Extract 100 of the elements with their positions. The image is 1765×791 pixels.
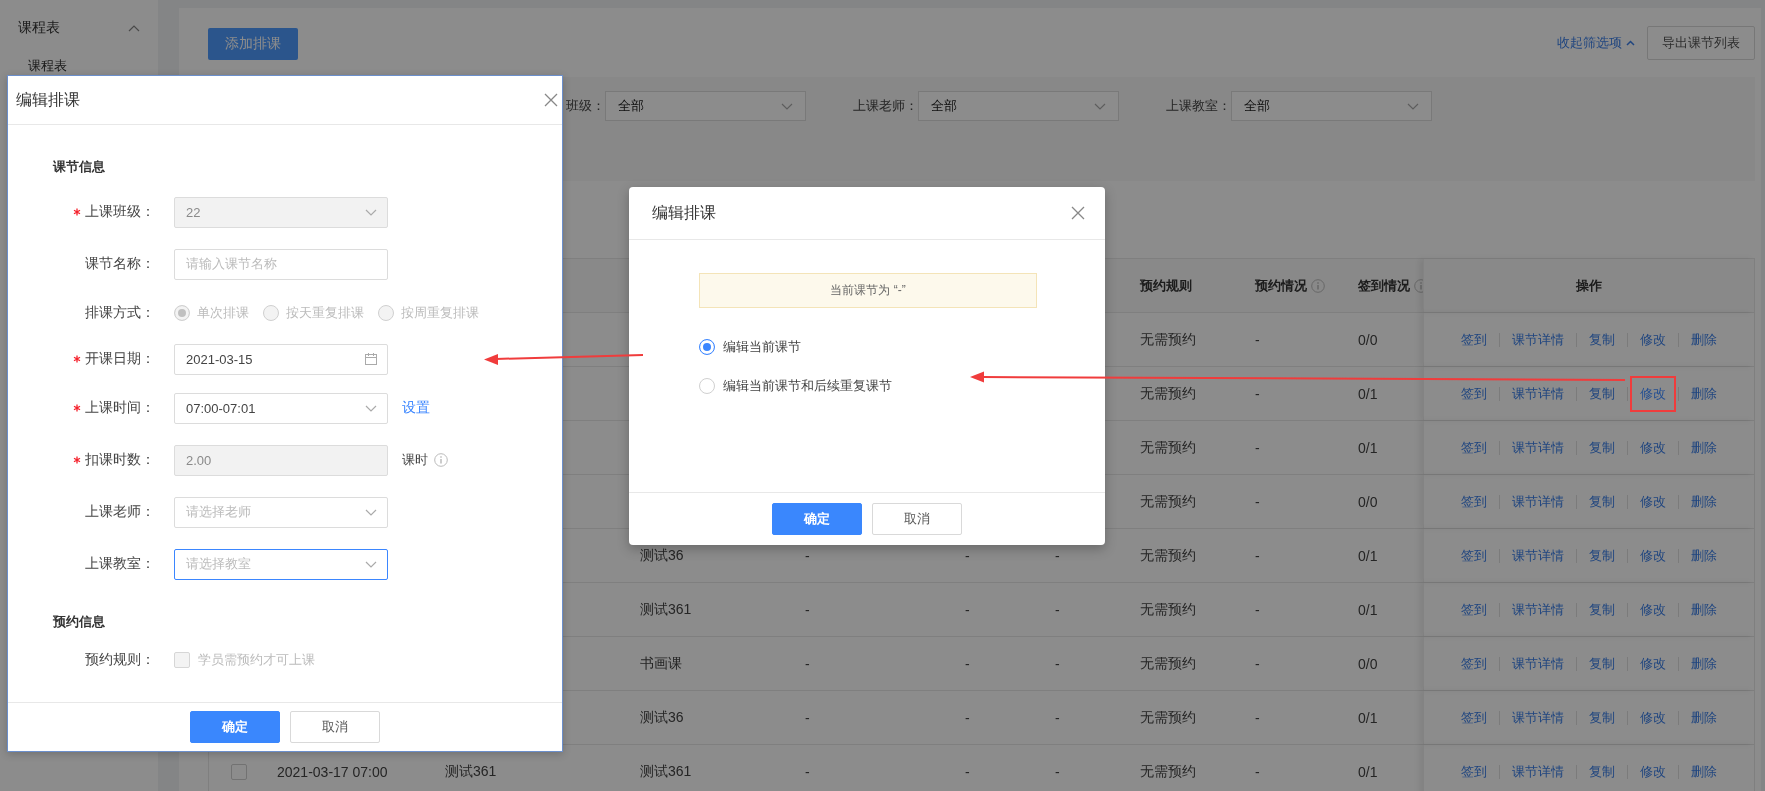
action-link[interactable]: 签到 [1461,654,1487,673]
add-button[interactable]: 添加排课 [208,28,298,60]
field-label: 上课班级： [85,203,155,221]
action-link[interactable]: 课节详情 [1512,708,1564,727]
settings-link[interactable]: 设置 [402,399,430,417]
field-label: 开课日期： [85,350,155,368]
action-link[interactable]: 删除 [1691,546,1717,565]
action-link[interactable]: 复制 [1589,384,1615,403]
cancel-button[interactable]: 取消 [872,503,962,535]
action-link[interactable]: 删除 [1691,762,1717,781]
chevron-up-icon [1626,40,1635,46]
confirm-button[interactable]: 确定 [190,711,280,743]
table-cell: - [1255,547,1260,564]
filter-label: 班级： [566,97,605,115]
action-link[interactable]: 修改 [1640,708,1666,727]
action-link[interactable]: 修改 [1640,492,1666,511]
filter-select[interactable]: 全部 [605,91,806,121]
export-button[interactable]: 导出课节列表 [1647,26,1755,60]
filter-select[interactable]: 全部 [1231,91,1432,121]
action-link[interactable]: 复制 [1589,600,1615,619]
action-link[interactable]: 签到 [1461,600,1487,619]
table-cell: - [965,655,970,672]
table-cell: - [965,547,970,564]
confirm-button[interactable]: 确定 [772,503,862,535]
table-cell: 无需预约 [1140,762,1196,781]
action-link[interactable]: 课节详情 [1512,492,1564,511]
action-link[interactable]: 课节详情 [1512,600,1564,619]
chevron-down-icon [1407,102,1419,110]
action-link[interactable]: 修改 [1640,438,1666,457]
action-link[interactable]: 签到 [1461,762,1487,781]
table-cell: 0/0 [1358,331,1378,348]
collapse-link[interactable]: 收起筛选项 [1557,34,1635,52]
sidebar-item[interactable]: 课程表 [0,17,158,39]
action-link[interactable]: 删除 [1691,600,1717,619]
table-cell: - [965,601,970,618]
action-link[interactable]: 删除 [1691,708,1717,727]
date-field[interactable]: 2021-03-15 [174,343,388,375]
action-link[interactable]: 课节详情 [1512,384,1564,403]
action-link[interactable]: 修改 [1630,375,1676,412]
notice-banner: 当前课节为 “-” [699,273,1037,308]
action-link[interactable]: 复制 [1589,546,1615,565]
filter-label: 上课教室： [1166,97,1231,115]
chevron-down-icon [365,404,377,412]
action-link[interactable]: 课节详情 [1512,438,1564,457]
action-link[interactable]: 修改 [1640,330,1666,349]
action-link[interactable]: 签到 [1461,492,1487,511]
table-cell: - [1255,493,1260,510]
radio-label[interactable]: 编辑当前课节和后续重复课节 [723,377,892,395]
table-cell: 无需预约 [1140,492,1196,511]
field-label: 上课时间： [85,399,155,417]
action-link[interactable]: 修改 [1640,600,1666,619]
action-link[interactable]: 删除 [1691,654,1717,673]
action-link[interactable]: 签到 [1461,546,1487,565]
chevron-down-icon [365,560,377,568]
select-field[interactable]: 07:00-07:01 [174,392,388,424]
filter-select[interactable]: 全部 [918,91,1119,121]
chevron-down-icon [365,508,377,516]
action-link[interactable]: 签到 [1461,330,1487,349]
column-header: 操作 [1576,276,1602,295]
select-field[interactable]: 请选择教室 [174,548,388,580]
table-cell: - [965,763,970,780]
action-link[interactable]: 签到 [1461,438,1487,457]
action-link[interactable]: 删除 [1691,438,1717,457]
action-link[interactable]: 复制 [1589,438,1615,457]
action-link[interactable]: 复制 [1589,762,1615,781]
action-link[interactable]: 签到 [1461,384,1487,403]
action-link[interactable]: 修改 [1640,654,1666,673]
field-label: 课节名称： [85,255,155,273]
table-cell: 测试36 [640,546,684,565]
action-link[interactable]: 复制 [1589,654,1615,673]
action-link[interactable]: 课节详情 [1512,654,1564,673]
table-cell: - [1255,763,1260,780]
action-link[interactable]: 复制 [1589,708,1615,727]
action-link[interactable]: 签到 [1461,708,1487,727]
action-link[interactable]: 修改 [1640,762,1666,781]
field-label: 上课老师： [85,503,155,521]
table-cell: - [1055,763,1060,780]
calendar-icon [365,353,377,365]
table-cell: - [965,709,970,726]
action-link[interactable]: 删除 [1691,384,1717,403]
action-link[interactable]: 删除 [1691,492,1717,511]
action-link[interactable]: 复制 [1589,492,1615,511]
radio-button[interactable] [699,378,715,394]
radio-button[interactable] [699,339,715,355]
radio-label[interactable]: 编辑当前课节 [723,338,801,356]
action-link[interactable]: 课节详情 [1512,762,1564,781]
action-link[interactable]: 课节详情 [1512,330,1564,349]
table-cell: - [1055,655,1060,672]
select-field[interactable]: 请选择老师 [174,496,388,528]
unit-label: 课时 [402,451,428,469]
action-link[interactable]: 复制 [1589,330,1615,349]
checkbox[interactable] [231,763,247,780]
chevron-up-icon [128,24,140,32]
action-link[interactable]: 课节详情 [1512,546,1564,565]
table-cell: - [1055,601,1060,618]
table-cell: 无需预约 [1140,546,1196,565]
input-field[interactable]: 请输入课节名称 [174,248,388,280]
cancel-button[interactable]: 取消 [290,711,380,743]
action-link[interactable]: 修改 [1640,546,1666,565]
action-link[interactable]: 删除 [1691,330,1717,349]
